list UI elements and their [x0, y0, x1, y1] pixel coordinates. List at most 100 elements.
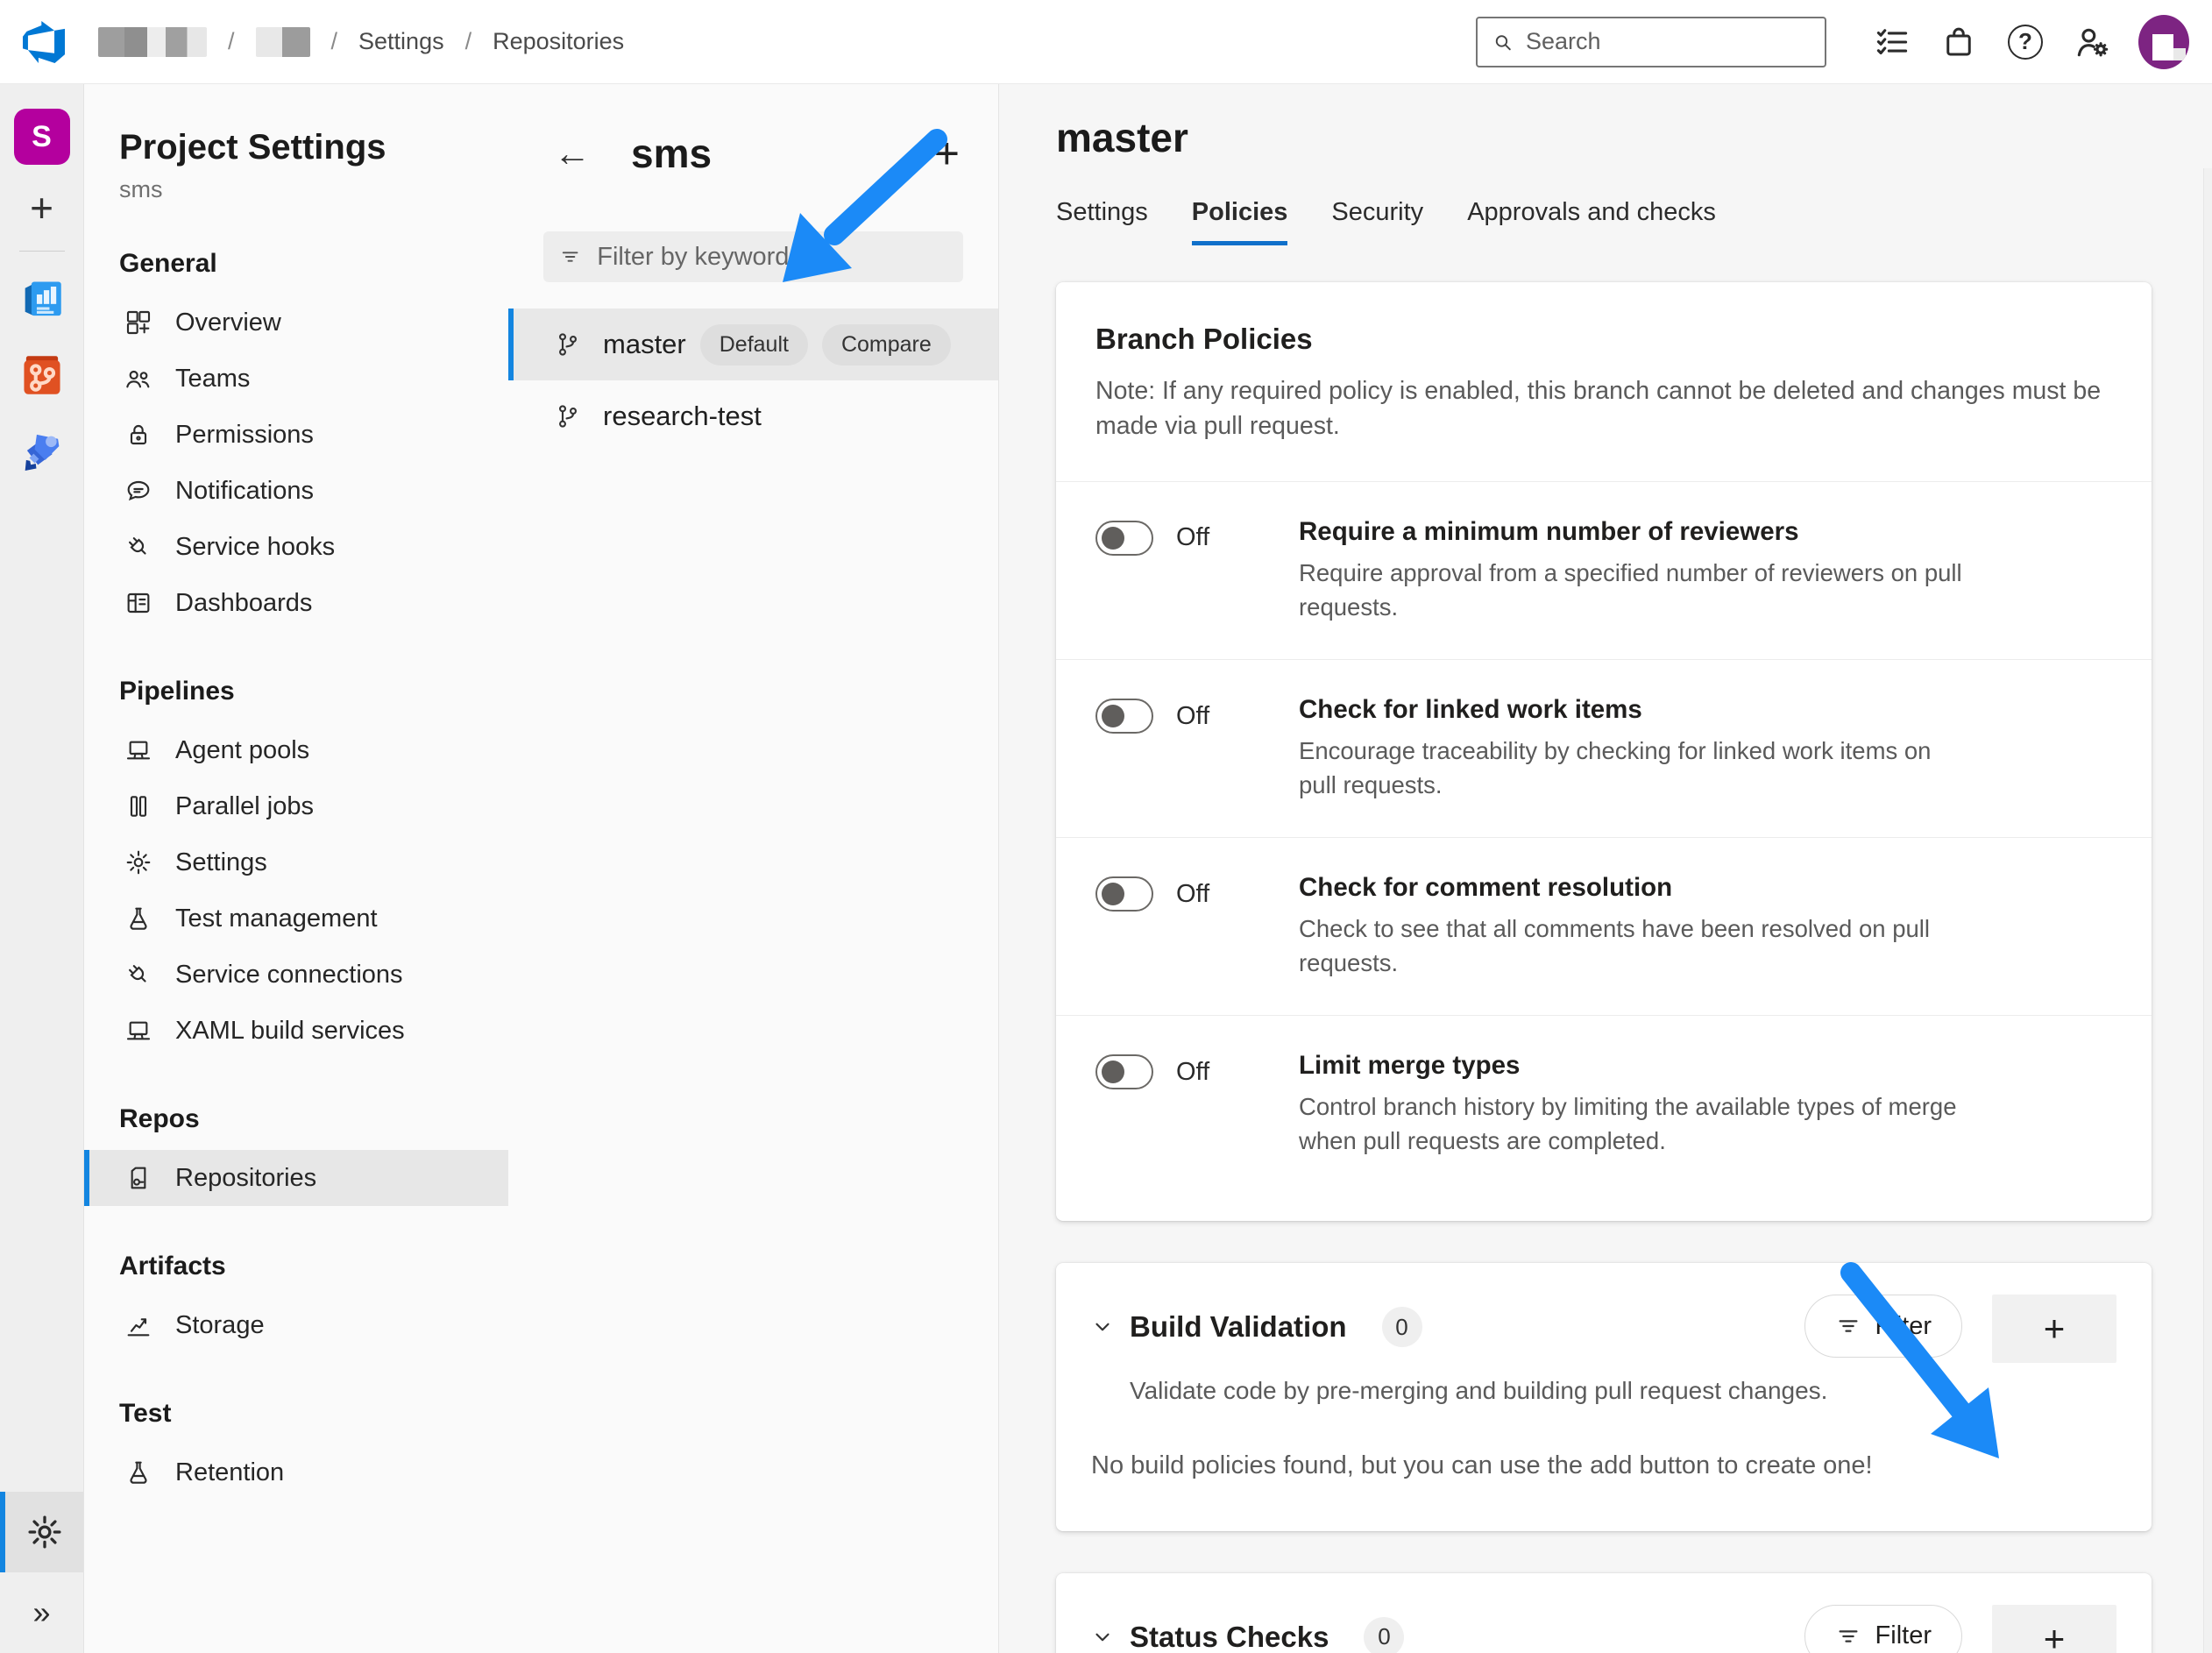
- sidebar-item-service-hooks[interactable]: Service hooks: [84, 519, 508, 575]
- add-status-check-button[interactable]: +: [1992, 1605, 2116, 1653]
- breadcrumb-separator: /: [331, 28, 338, 55]
- filter-icon: [1835, 1313, 1861, 1339]
- page-title: master: [1056, 114, 2152, 161]
- project-avatar-tile[interactable]: S: [14, 109, 70, 165]
- sidebar-subtitle: sms: [84, 176, 508, 203]
- filter-icon: [559, 245, 581, 269]
- marketplace-bag-icon[interactable]: [1939, 22, 1979, 62]
- boards-app-icon[interactable]: [17, 274, 67, 325]
- sidebar-item-test-management[interactable]: Test management: [84, 890, 508, 947]
- policy-description: Require approval from a specified number…: [1299, 556, 1969, 624]
- branch-name: research-test: [603, 401, 762, 432]
- lock-icon: [124, 421, 152, 449]
- plug-icon: [124, 961, 152, 989]
- user-avatar[interactable]: [2138, 15, 2189, 69]
- task-list-icon[interactable]: [1872, 22, 1912, 62]
- search-box[interactable]: [1476, 17, 1826, 67]
- status-checks-title: Status Checks: [1130, 1621, 1329, 1653]
- build-validation-description: Validate code by pre-merging and buildin…: [1130, 1373, 1901, 1409]
- default-badge: Default: [700, 324, 808, 365]
- laptop-icon: [124, 736, 152, 764]
- add-build-policy-button[interactable]: +: [1992, 1295, 2116, 1363]
- sidebar-item-overview[interactable]: Overview: [84, 294, 508, 351]
- toggle-state-label: Off: [1176, 702, 1209, 731]
- topbar-icons: ?: [1872, 15, 2189, 69]
- flask-icon: [124, 1458, 152, 1486]
- branch-row-master[interactable]: master Default Compare: [508, 309, 998, 380]
- toggle-min-reviewers[interactable]: [1095, 521, 1153, 556]
- policy-title: Check for comment resolution: [1299, 873, 1969, 903]
- sidebar-item-pipeline-settings[interactable]: Settings: [84, 834, 508, 890]
- breadcrumb-separator: /: [465, 28, 472, 55]
- build-validation-card: Build Validation 0 Filter + Validate cod…: [1056, 1263, 2152, 1531]
- breadcrumb-settings[interactable]: Settings: [358, 28, 444, 55]
- sidebar-item-notifications[interactable]: Notifications: [84, 463, 508, 519]
- collapse-chevron-icon[interactable]: [1091, 1316, 1114, 1338]
- status-checks-filter-button[interactable]: Filter: [1804, 1605, 1962, 1653]
- toggle-linked-work-items[interactable]: [1095, 699, 1153, 734]
- tab-settings[interactable]: Settings: [1056, 198, 1148, 245]
- breadcrumb-project-redacted[interactable]: [256, 27, 310, 57]
- branch-row-research-test[interactable]: research-test: [508, 380, 998, 452]
- policy-description: Check to see that all comments have been…: [1299, 912, 1969, 980]
- top-bar: / / Settings / Repositories ?: [0, 0, 2212, 84]
- sidebar-item-teams[interactable]: Teams: [84, 351, 508, 407]
- tab-bar: Settings Policies Security Approvals and…: [1056, 198, 2152, 245]
- policy-row-min-reviewers: Off Require a minimum number of reviewer…: [1056, 481, 2152, 659]
- app-rail: S +: [0, 84, 84, 1653]
- sidebar-item-retention[interactable]: Retention: [84, 1444, 508, 1500]
- build-validation-count-badge: 0: [1382, 1307, 1422, 1347]
- sidebar-item-storage[interactable]: Storage: [84, 1297, 508, 1353]
- search-icon: [1492, 30, 1514, 54]
- repository-icon: [124, 1164, 152, 1192]
- build-validation-filter-button[interactable]: Filter: [1804, 1295, 1962, 1358]
- policy-title: Require a minimum number of reviewers: [1299, 517, 1969, 547]
- section-repos: Repos: [84, 1104, 508, 1134]
- repository-name: sms: [631, 130, 712, 177]
- search-input[interactable]: [1526, 28, 1811, 55]
- sidebar-item-service-connections[interactable]: Service connections: [84, 947, 508, 1003]
- breadcrumb-org-redacted[interactable]: [98, 27, 207, 57]
- sidebar-item-xaml-build-services[interactable]: XAML build services: [84, 1003, 508, 1059]
- scrollbar-track[interactable]: [2203, 168, 2212, 1653]
- tab-policies[interactable]: Policies: [1192, 198, 1288, 245]
- sidebar-item-dashboards[interactable]: Dashboards: [84, 575, 508, 631]
- toggle-limit-merge-types[interactable]: [1095, 1054, 1153, 1089]
- sidebar-item-repositories[interactable]: Repositories: [84, 1150, 508, 1206]
- policy-row-comment-resolution: Off Check for comment resolution Check t…: [1056, 837, 2152, 1015]
- branch-name: master: [603, 329, 686, 360]
- flask-icon: [124, 905, 152, 933]
- add-branch-button[interactable]: +: [934, 131, 960, 175]
- tab-approvals-and-checks[interactable]: Approvals and checks: [1467, 198, 1716, 245]
- breadcrumb-separator: /: [228, 28, 235, 55]
- collapse-chevron-icon[interactable]: [1091, 1626, 1114, 1649]
- repos-app-icon[interactable]: [17, 350, 67, 401]
- dashboard-icon: [124, 589, 152, 617]
- project-settings-rail-button[interactable]: [0, 1492, 83, 1572]
- pipelines-app-icon[interactable]: [17, 425, 67, 476]
- breadcrumb-repositories[interactable]: Repositories: [493, 28, 624, 55]
- sidebar-item-parallel-jobs[interactable]: Parallel jobs: [84, 778, 508, 834]
- tab-security[interactable]: Security: [1331, 198, 1423, 245]
- policy-description: Encourage traceability by checking for l…: [1299, 734, 1969, 802]
- sidebar-item-agent-pools[interactable]: Agent pools: [84, 722, 508, 778]
- build-validation-empty-text: No build policies found, but you can use…: [1091, 1451, 2116, 1480]
- branch-filter-box[interactable]: [543, 231, 963, 282]
- people-icon: [124, 365, 152, 393]
- policy-description: Control branch history by limiting the a…: [1299, 1089, 1969, 1158]
- grid-icon: [124, 309, 152, 337]
- add-project-button[interactable]: +: [30, 188, 53, 228]
- parallel-bars-icon: [124, 792, 152, 820]
- toggle-comment-resolution[interactable]: [1095, 876, 1153, 912]
- section-general: General: [84, 249, 508, 279]
- expand-rail-button[interactable]: »: [0, 1572, 83, 1653]
- policy-title: Check for linked work items: [1299, 695, 1969, 725]
- laptop-icon: [124, 1017, 152, 1045]
- user-settings-icon[interactable]: [2072, 22, 2112, 62]
- compare-badge[interactable]: Compare: [822, 324, 951, 365]
- branch-filter-input[interactable]: [597, 243, 947, 272]
- help-icon[interactable]: ?: [2005, 22, 2045, 62]
- azure-devops-logo-icon[interactable]: [23, 21, 65, 63]
- sidebar-item-permissions[interactable]: Permissions: [84, 407, 508, 463]
- back-arrow-icon[interactable]: ←: [554, 135, 591, 172]
